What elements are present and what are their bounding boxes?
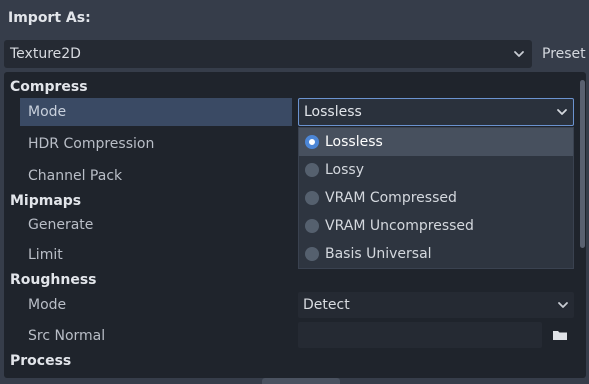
compress-mode-value: Lossless xyxy=(304,104,362,120)
radio-unselected-icon xyxy=(305,163,319,177)
option-vram-compressed[interactable]: VRAM Compressed xyxy=(299,184,573,212)
import-as-value: Texture2D xyxy=(10,46,81,62)
section-mipmaps[interactable]: Mipmaps xyxy=(10,193,81,209)
prop-roughness-mode-label: Mode xyxy=(28,297,67,313)
option-lossy[interactable]: Lossy xyxy=(299,156,573,184)
prop-channel-pack-label: Channel Pack xyxy=(28,168,123,184)
radio-unselected-icon xyxy=(305,191,319,205)
bottom-panel-tab[interactable] xyxy=(262,378,340,384)
section-process[interactable]: Process xyxy=(10,353,71,369)
section-roughness[interactable]: Roughness xyxy=(10,272,96,288)
src-normal-path-field[interactable] xyxy=(298,322,542,348)
option-label: VRAM Compressed xyxy=(325,190,457,206)
option-label: VRAM Uncompressed xyxy=(325,218,474,234)
option-basis-universal[interactable]: Basis Universal xyxy=(299,240,573,268)
option-label: Basis Universal xyxy=(325,246,432,262)
compress-mode-dropdown[interactable]: Lossless xyxy=(298,98,574,126)
chevron-down-icon xyxy=(555,105,569,119)
roughness-mode-value: Detect xyxy=(303,297,350,313)
preset-button[interactable]: Preset xyxy=(542,46,586,62)
section-compress[interactable]: Compress xyxy=(10,79,88,95)
roughness-mode-dropdown[interactable]: Detect xyxy=(298,292,574,318)
chevron-down-icon xyxy=(556,298,570,312)
chevron-down-icon xyxy=(512,47,526,61)
prop-generate-label: Generate xyxy=(28,217,94,233)
import-as-label: Import As: xyxy=(8,10,91,26)
import-as-dropdown[interactable]: Texture2D xyxy=(4,40,532,68)
radio-unselected-icon xyxy=(305,247,319,261)
radio-selected-icon xyxy=(305,135,319,149)
prop-hdr-compression-label: HDR Compression xyxy=(28,136,155,152)
prop-src-normal-label: Src Normal xyxy=(28,328,106,344)
option-label: Lossy xyxy=(325,162,364,178)
option-label: Lossless xyxy=(325,134,383,150)
prop-limit-label: Limit xyxy=(28,247,63,263)
compress-mode-options-popup: Lossless Lossy VRAM Compressed VRAM Unco… xyxy=(298,127,574,269)
panel-scrollbar[interactable] xyxy=(580,80,585,248)
option-vram-uncompressed[interactable]: VRAM Uncompressed xyxy=(299,212,573,240)
prop-compress-mode-label: Mode xyxy=(28,104,67,120)
option-lossless[interactable]: Lossless xyxy=(299,128,573,156)
folder-icon[interactable] xyxy=(552,328,568,342)
radio-unselected-icon xyxy=(305,219,319,233)
